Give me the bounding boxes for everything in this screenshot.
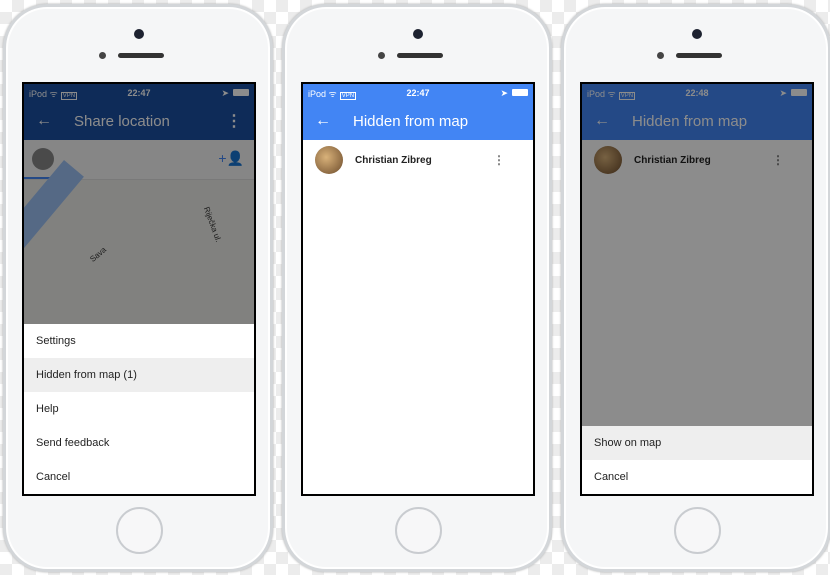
avatar: [315, 146, 343, 174]
home-button[interactable]: [395, 507, 442, 554]
home-button[interactable]: [674, 507, 721, 554]
menu-item-send-feedback[interactable]: Send feedback: [24, 426, 254, 460]
action-sheet: Show on map Cancel: [582, 426, 812, 494]
camera: [134, 29, 144, 39]
speaker: [118, 53, 164, 58]
menu-item-help[interactable]: Help: [24, 392, 254, 426]
sensor: [657, 52, 664, 59]
status-bar: iPod ᯤ VPN 22:47 ➤: [303, 84, 533, 102]
contact-row[interactable]: Christian Zibreg ⋮: [303, 140, 533, 180]
clock: 22:47: [406, 88, 430, 98]
back-arrow-icon[interactable]: ←: [303, 112, 343, 130]
phone-3: iPod ᯤ VPN 22:48 ➤ ← Hidden from map Christ…: [561, 4, 830, 572]
speaker: [676, 53, 722, 58]
action-sheet: Settings Hidden from map (1) Help Send f…: [24, 324, 254, 494]
phone-2: iPod ᯤ VPN 22:47 ➤ ← Hidden from map Christ…: [282, 4, 552, 572]
menu-item-hidden-from-map[interactable]: Hidden from map (1): [24, 358, 254, 392]
contact-name: Christian Zibreg: [355, 154, 432, 166]
camera: [413, 29, 423, 39]
phone-1: iPod ᯤ VPN 22:47 ➤ ← Share location ⋮ +👤 Sa…: [3, 4, 273, 572]
sensor: [99, 52, 106, 59]
menu-item-show-on-map[interactable]: Show on map: [582, 426, 812, 460]
more-options-icon[interactable]: ⋮: [493, 153, 505, 167]
menu-item-cancel[interactable]: Cancel: [24, 460, 254, 494]
menu-item-cancel[interactable]: Cancel: [582, 460, 812, 494]
home-button[interactable]: [116, 507, 163, 554]
speaker: [397, 53, 443, 58]
menu-item-settings[interactable]: Settings: [24, 324, 254, 358]
page-title: Hidden from map: [353, 112, 469, 130]
camera: [692, 29, 702, 39]
app-bar: ← Hidden from map: [303, 102, 533, 140]
sensor: [378, 52, 385, 59]
